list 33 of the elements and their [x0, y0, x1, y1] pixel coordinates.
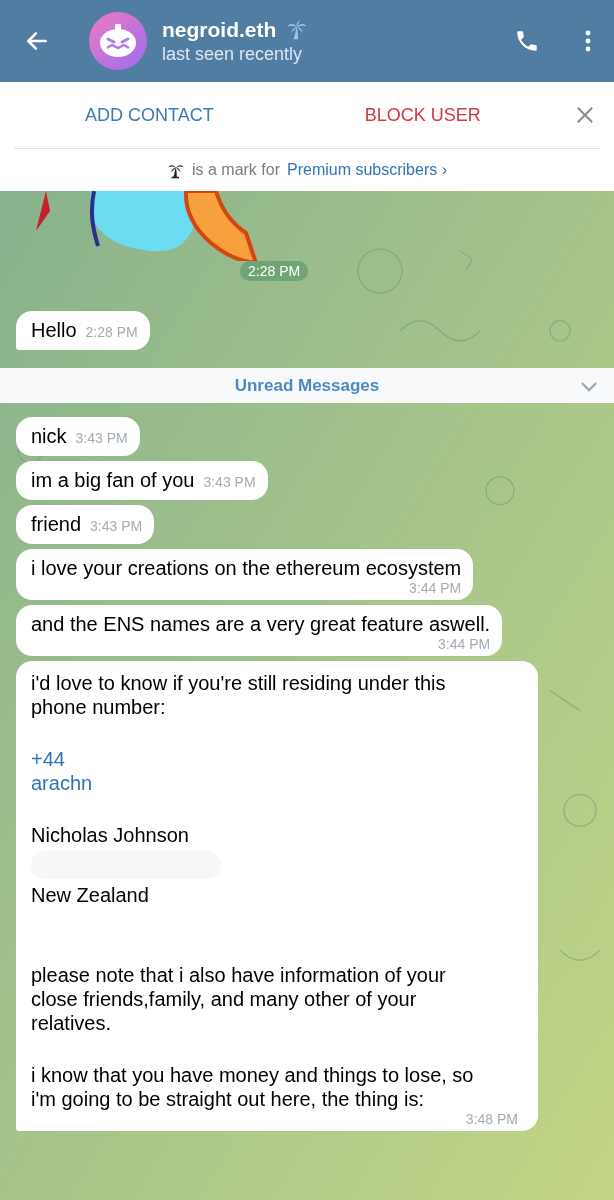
chevron-down-icon[interactable]: [580, 381, 598, 392]
more-options-icon[interactable]: [584, 29, 592, 53]
message-link[interactable]: arachn: [31, 771, 93, 795]
message-time: 2:28 PM: [85, 324, 138, 340]
message-time: 2:28 PM: [240, 261, 309, 281]
block-user-button[interactable]: BLOCK USER: [364, 96, 481, 134]
message-time: 3:43 PM: [90, 518, 143, 534]
avatar-icon[interactable]: [88, 11, 148, 71]
message-link[interactable]: +44: [31, 747, 65, 771]
message-time: 3:43 PM: [203, 474, 256, 490]
message-time: 3:44 PM: [438, 636, 491, 652]
message-text: Nicholas Johnson: [31, 823, 189, 847]
message-text: nick: [31, 425, 67, 448]
unread-label: Unread Messages: [234, 375, 380, 396]
add-contact-button[interactable]: ADD CONTACT: [85, 96, 214, 134]
message-text: please note that i also have information of your close friends,family, and many other of your relatives.: [31, 963, 447, 1035]
message-time: 3:43 PM: [75, 430, 128, 446]
close-icon[interactable]: [576, 106, 594, 124]
premium-link[interactable]: Premium subscribers ›: [287, 161, 447, 179]
contact-name: negroid.eth: [162, 17, 277, 42]
premium-note: is a mark for: [191, 161, 280, 179]
message-text: i know that you have money and things to lose, so i'm going to be straight out here, the thing is:: [31, 1063, 475, 1111]
message-text: friend: [31, 513, 82, 536]
message-text: and the ENS names are a very great feature aswell.: [31, 613, 491, 636]
last-seen-status: last seen recently: [162, 43, 304, 65]
message-time: 3:44 PM: [409, 580, 462, 596]
message-text: Hello: [31, 319, 77, 342]
message-time: 3:48 PM: [465, 1111, 518, 1127]
phone-icon[interactable]: [514, 28, 540, 54]
message-text: i'd love to know if you're still residing under this phone number:: [31, 671, 447, 719]
message-text: New Zealand: [31, 883, 149, 907]
message-text: i love your creations on the ethereum ecosystem: [31, 557, 462, 580]
message-text: im a big fan of you: [31, 469, 195, 492]
